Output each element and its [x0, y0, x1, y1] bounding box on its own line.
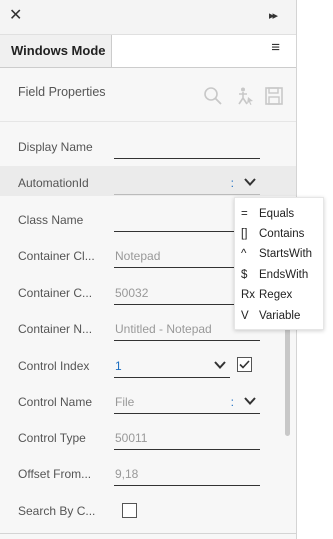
operator-contains[interactable]: [] Contains	[235, 224, 323, 244]
operator-symbol: =	[241, 208, 248, 220]
field-label: Container C...	[18, 286, 93, 300]
field-label: Control Type	[18, 431, 86, 445]
section-title: Field Properties	[18, 85, 106, 99]
control-index-value: 1	[115, 359, 122, 373]
match-operator-indicator[interactable]: :	[230, 391, 234, 413]
field-label: Control Name	[18, 395, 93, 409]
operator-label: Contains	[259, 228, 305, 240]
operator-symbol: $	[241, 269, 248, 281]
collapse-panel-icon[interactable]: ▸▸	[269, 8, 278, 24]
row-search-by: Search By C...	[0, 500, 296, 524]
tab-bar: Windows Mode ≡	[0, 35, 296, 68]
control-name-value: File	[115, 395, 135, 409]
control-type-input[interactable]: 50011	[114, 427, 260, 450]
operator-symbol: ^	[241, 248, 247, 260]
automation-id-input[interactable]: :	[114, 172, 260, 195]
row-automation-id: AutomationId :	[0, 166, 296, 196]
checkmark-icon	[239, 360, 250, 369]
operator-label: EndsWith	[259, 269, 309, 281]
operator-symbol: []	[241, 228, 248, 240]
operator-starts-with[interactable]: ^ StartsWith	[235, 244, 323, 264]
operator-variable[interactable]: V Variable	[235, 306, 323, 326]
chevron-down-icon[interactable]	[214, 359, 226, 371]
divider	[0, 121, 296, 122]
operator-symbol: V	[241, 310, 249, 322]
field-label: Container Cl...	[18, 249, 95, 263]
match-operator-indicator[interactable]: :	[230, 172, 234, 194]
element-picker-icon[interactable]	[234, 86, 254, 106]
field-label: Control Index	[18, 359, 90, 373]
field-label: Search By C...	[18, 504, 96, 518]
row-offset-from: Offset From... 9,18	[0, 463, 296, 487]
save-icon[interactable]	[264, 86, 284, 106]
panel-header: ✕ ▸▸	[0, 0, 296, 35]
row-display-name: Display Name	[0, 136, 296, 160]
row-control-index: Control Index 1	[0, 355, 296, 379]
field-label: AutomationId	[18, 176, 89, 190]
control-name-input[interactable]: File :	[114, 391, 260, 414]
field-label: Class Name	[18, 213, 84, 227]
hamburger-menu-icon[interactable]: ≡	[271, 39, 280, 56]
operator-equals[interactable]: = Equals	[235, 204, 323, 224]
field-label: Display Name	[18, 140, 93, 154]
control-index-input[interactable]: 1	[114, 355, 230, 378]
operator-label: Variable	[259, 310, 301, 322]
chevron-down-icon[interactable]	[244, 176, 256, 188]
field-label: Offset From...	[18, 467, 92, 481]
operator-label: Regex	[259, 289, 293, 301]
search-icon[interactable]	[203, 86, 223, 106]
row-control-type: Control Type 50011	[0, 427, 296, 451]
operator-label: Equals	[259, 208, 295, 220]
operator-ends-with[interactable]: $ EndsWith	[235, 265, 323, 285]
match-operator-popup: = Equals [] Contains ^ StartsWith $ Ends…	[234, 197, 324, 330]
row-control-name: Control Name File :	[0, 391, 296, 415]
control-index-checkbox[interactable]	[237, 357, 252, 372]
close-icon[interactable]: ✕	[9, 6, 22, 26]
offset-from-input[interactable]: 9,18	[114, 463, 260, 486]
operator-symbol: Rx	[241, 289, 256, 301]
chevron-down-icon[interactable]	[244, 395, 256, 407]
tab-windows-mode[interactable]: Windows Mode	[0, 35, 112, 67]
scrollbar-thumb[interactable]	[285, 318, 290, 436]
field-label: Container N...	[18, 322, 93, 336]
section-toolbar	[197, 86, 284, 106]
panel-bottom-border	[0, 533, 296, 534]
search-by-checkbox[interactable]	[122, 503, 137, 518]
display-name-input[interactable]	[114, 136, 260, 159]
operator-regex[interactable]: Rx Regex	[235, 285, 323, 305]
operator-label: StartsWith	[259, 248, 313, 260]
